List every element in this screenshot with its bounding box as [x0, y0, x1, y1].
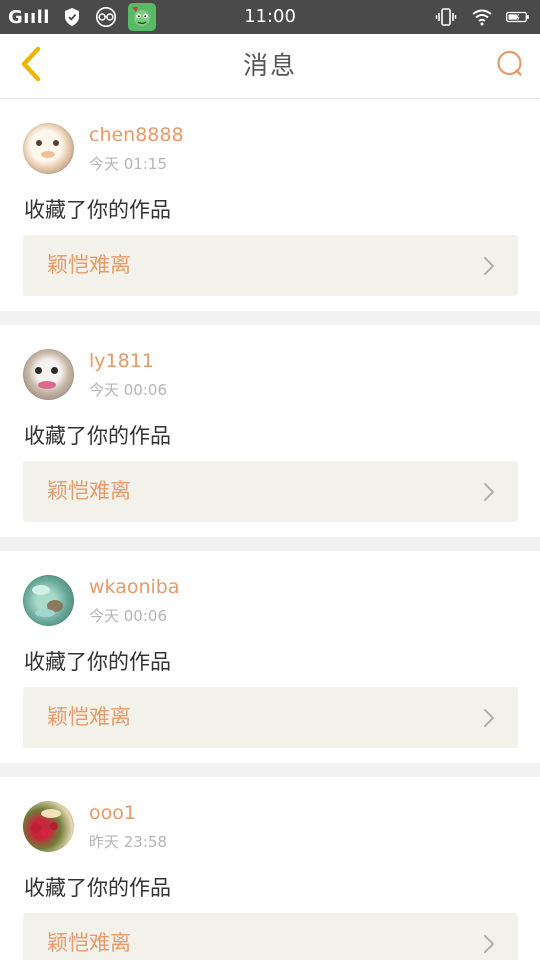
message-card: chen8888 今天 01:15 收藏了你的作品 颖恺难离: [0, 99, 540, 311]
message-time: 昨天 23:58: [89, 833, 167, 851]
avatar[interactable]: [23, 349, 74, 400]
username-link[interactable]: wkaoniba: [89, 576, 180, 598]
work-title: 颖恺难离: [47, 931, 131, 955]
status-bar: Gııll 11:00: [0, 0, 540, 34]
chevron-right-icon: [482, 707, 496, 729]
message-card: ly1811 今天 00:06 收藏了你的作品 颖恺难离: [0, 325, 540, 537]
message-action-text: 收藏了你的作品: [24, 198, 171, 222]
card-divider: [0, 311, 540, 325]
status-right: [434, 0, 530, 34]
username-link[interactable]: ooo1: [89, 802, 136, 824]
app-notification-icon: [127, 3, 156, 31]
message-time: 今天 00:06: [89, 381, 167, 399]
card-divider: [0, 537, 540, 551]
card-divider: [0, 763, 540, 777]
message-card: wkaoniba 今天 00:06 收藏了你的作品 颖恺难离: [0, 551, 540, 763]
work-title: 颖恺难离: [47, 253, 131, 277]
work-link[interactable]: 颖恺难离: [23, 913, 518, 960]
username-link[interactable]: ly1811: [89, 350, 154, 372]
chevron-right-icon: [482, 481, 496, 503]
search-button[interactable]: [492, 48, 528, 84]
battery-icon: [506, 5, 530, 29]
app-screen: Gııll 11:00 消息 chen8888 今天 01:15 收藏了你的作品…: [0, 0, 540, 960]
app-header: 消息: [0, 34, 540, 99]
message-action-text: 收藏了你的作品: [24, 650, 171, 674]
carrier-signal: Gııll: [8, 6, 50, 28]
work-link[interactable]: 颖恺难离: [23, 235, 518, 296]
work-title: 颖恺难离: [47, 705, 131, 729]
username-link[interactable]: chen8888: [89, 124, 184, 146]
message-card: ooo1 昨天 23:58 收藏了你的作品 颖恺难离: [0, 777, 540, 960]
avatar[interactable]: [23, 575, 74, 626]
page-title: 消息: [242, 51, 297, 80]
message-feed: chen8888 今天 01:15 收藏了你的作品 颖恺难离 ly1811 今天…: [0, 99, 540, 960]
message-time: 今天 00:06: [89, 607, 167, 625]
avatar[interactable]: [23, 123, 74, 174]
search-icon: [495, 49, 525, 83]
chevron-right-icon: [482, 933, 496, 955]
glasses-icon: [94, 5, 118, 29]
work-link[interactable]: 颖恺难离: [23, 687, 518, 748]
work-link[interactable]: 颖恺难离: [23, 461, 518, 522]
vibrate-icon: [434, 5, 458, 29]
message-action-text: 收藏了你的作品: [24, 424, 171, 448]
work-title: 颖恺难离: [47, 479, 131, 503]
status-left: Gııll: [8, 0, 156, 34]
message-action-text: 收藏了你的作品: [24, 876, 171, 900]
avatar[interactable]: [23, 801, 74, 852]
chevron-right-icon: [482, 255, 496, 277]
message-time: 今天 01:15: [89, 155, 167, 173]
wifi-icon: [470, 5, 494, 29]
shield-icon: [60, 5, 84, 29]
